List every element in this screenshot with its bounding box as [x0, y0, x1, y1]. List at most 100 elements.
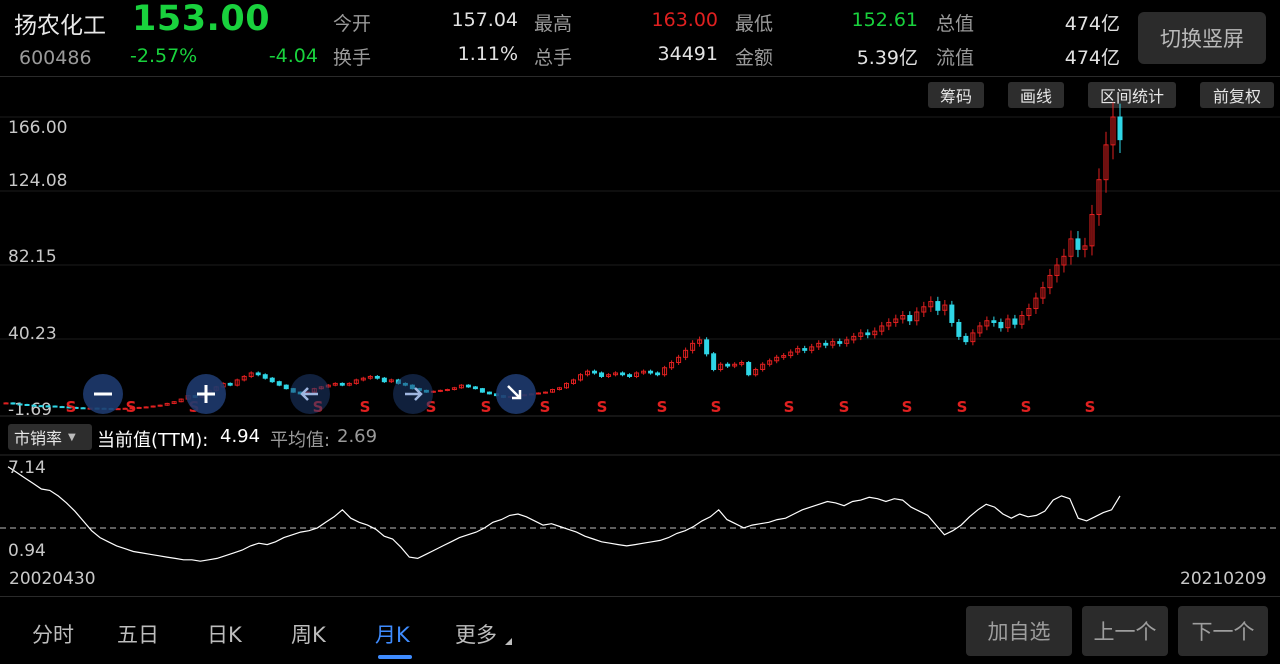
candle-body: [949, 304, 955, 323]
candle-body: [465, 384, 471, 388]
candle-body: [592, 370, 598, 374]
signal-marker: S: [597, 398, 608, 416]
candle-body: [381, 377, 387, 383]
candle-body: [725, 363, 731, 367]
signal-marker: S: [711, 398, 722, 416]
indicator-select[interactable]: 市销率 ▼: [8, 424, 92, 450]
candle-body: [3, 402, 9, 405]
candle-body: [627, 374, 633, 377]
signal-marker: S: [902, 398, 913, 416]
candle-body: [262, 374, 268, 379]
candle-body: [143, 406, 149, 409]
signal-marker: S: [957, 398, 968, 416]
candle-body: [704, 339, 710, 355]
indicator-current-value: 4.94: [220, 426, 261, 447]
candle-body: [339, 382, 345, 386]
candle-body: [1117, 116, 1123, 141]
signal-marker: S: [481, 398, 492, 416]
zoom-out-button[interactable]: [83, 374, 123, 414]
pan-right-button[interactable]: [393, 374, 433, 414]
date-start: 20020430: [9, 569, 96, 589]
kline-chart[interactable]: 166.00124.0882.1540.23-1.69 SSSSSSSSSSSS…: [0, 0, 1280, 600]
tab-weekly-k[interactable]: 周K: [291, 619, 326, 649]
candle-body: [998, 321, 1004, 329]
indicator-line: [7, 466, 1121, 562]
caret-down-icon: ▼: [68, 431, 76, 443]
candle-body: [963, 335, 969, 343]
indicator-avg-label: 平均值:: [270, 430, 331, 451]
candle-body: [150, 405, 156, 408]
candle-body: [227, 382, 233, 386]
candle-body: [10, 402, 16, 405]
candle-body: [437, 389, 443, 392]
candle-body: [907, 315, 913, 322]
candle-body: [17, 403, 23, 406]
candle-body: [283, 384, 289, 390]
candle-body: [837, 341, 843, 344]
candle-body: [542, 391, 548, 394]
signal-marker: S: [126, 398, 137, 416]
tab-daily-k[interactable]: 日K: [207, 619, 242, 649]
candle-body: [59, 406, 65, 409]
y-tick-label: 166.00: [8, 118, 67, 138]
candle-body: [1012, 318, 1018, 325]
signal-marker: S: [1085, 398, 1096, 416]
candle-body: [535, 392, 541, 395]
signal-marker: S: [66, 398, 77, 416]
candle-body: [599, 372, 605, 377]
candle-body: [823, 342, 829, 346]
candle-body: [80, 407, 86, 410]
candle-body: [52, 405, 58, 408]
candle-body: [276, 381, 282, 386]
tab-more[interactable]: 更多: [455, 619, 497, 649]
candle-body: [24, 403, 30, 406]
indicator-y-tick-label: 0.94: [8, 541, 46, 561]
indicator-avg-value: 2.69: [337, 426, 378, 447]
candle-body: [115, 408, 121, 411]
y-tick-label: 124.08: [8, 171, 67, 191]
candle-body: [486, 391, 492, 395]
y-tick-label: 40.23: [8, 324, 57, 344]
signal-marker: S: [360, 398, 371, 416]
jump-latest-button[interactable]: [496, 374, 536, 414]
footer-divider: [0, 596, 1280, 597]
indicator-y-tick-label: 7.14: [8, 458, 46, 478]
candle-body: [479, 388, 485, 393]
next-stock-button[interactable]: 下一个: [1178, 606, 1268, 656]
candle-body: [648, 370, 654, 374]
pan-left-button[interactable]: [290, 374, 330, 414]
candle-body: [1075, 238, 1081, 250]
candle-body: [865, 332, 871, 336]
candle-body: [31, 404, 37, 407]
signal-marker: S: [839, 398, 850, 416]
candle-body: [374, 375, 380, 379]
signal-marker: S: [540, 398, 551, 416]
candle-body: [991, 320, 997, 323]
candle-body: [45, 405, 51, 408]
indicator-name: 市销率: [14, 429, 63, 448]
candle-body: [655, 372, 661, 376]
candle-body: [38, 405, 44, 408]
signal-marker: S: [657, 398, 668, 416]
zoom-in-button[interactable]: [186, 374, 226, 414]
tab-five-day[interactable]: 五日: [117, 619, 159, 649]
candle-body: [472, 386, 478, 390]
add-watchlist-button[interactable]: 加自选: [966, 606, 1072, 656]
candle-body: [136, 406, 142, 409]
date-end: 20210209: [1180, 569, 1267, 589]
prev-stock-button[interactable]: 上一个: [1082, 606, 1168, 656]
tab-monthly-k[interactable]: 月K: [375, 619, 410, 649]
candle-body: [956, 321, 962, 337]
tab-intraday[interactable]: 分时: [32, 619, 74, 649]
candle-body: [269, 377, 275, 383]
active-tab-indicator: [378, 655, 412, 659]
candle-body: [255, 372, 261, 376]
indicator-current-label: 当前值(TTM):: [97, 430, 209, 451]
candle-body: [935, 301, 941, 311]
candle-body: [444, 389, 450, 392]
candle-body: [746, 362, 752, 376]
candle-body: [711, 353, 717, 370]
candle-body: [802, 348, 808, 351]
signal-marker: S: [1021, 398, 1032, 416]
candle-body: [620, 372, 626, 376]
